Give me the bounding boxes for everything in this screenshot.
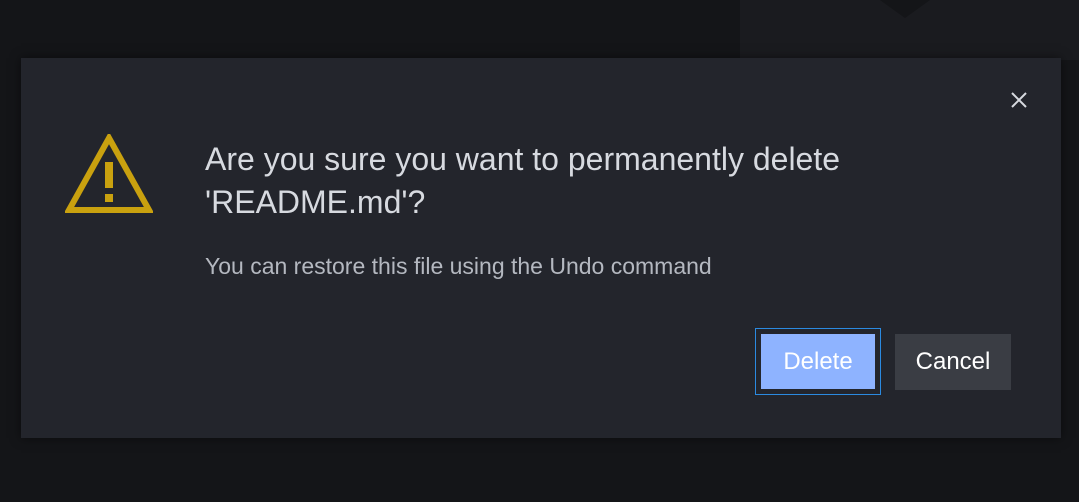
delete-button-label: Delete (761, 334, 875, 389)
cancel-button[interactable]: Cancel (895, 334, 1011, 390)
warning-icon (65, 134, 153, 213)
close-button[interactable] (1006, 87, 1032, 113)
background-notch (880, 0, 930, 18)
dialog-title: Are you sure you want to permanently del… (205, 141, 841, 220)
dialog-message: You can restore this file using the Undo… (205, 253, 712, 279)
close-icon (1011, 92, 1027, 108)
delete-button[interactable]: Delete (755, 328, 881, 395)
confirm-delete-dialog: Are you sure you want to permanently del… (21, 58, 1061, 438)
